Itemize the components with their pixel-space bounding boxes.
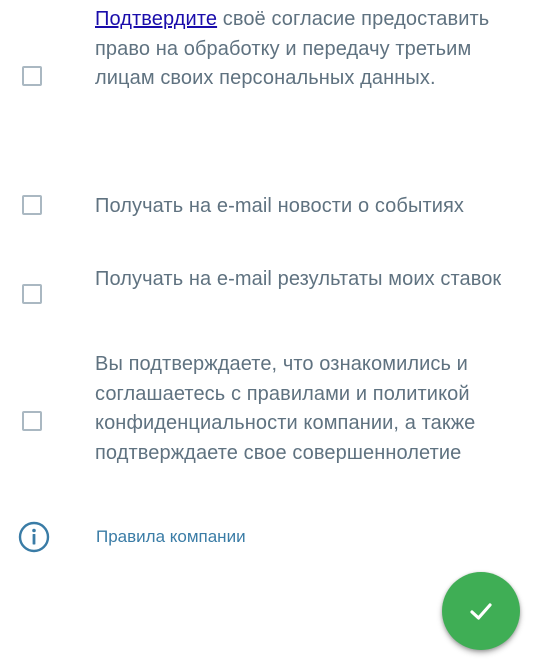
- confirm-fab-button[interactable]: [442, 572, 520, 650]
- consent-form: Подтвердите своё согласие предоставить п…: [0, 0, 541, 667]
- consent-personal-data-label: Подтвердите своё согласие предоставить п…: [95, 5, 525, 94]
- consent-news-checkbox[interactable]: [22, 195, 42, 215]
- company-rules-link[interactable]: Правила компании: [96, 526, 246, 548]
- consent-bet-results-checkbox[interactable]: [22, 284, 42, 304]
- consent-personal-data-checkbox[interactable]: [22, 66, 42, 86]
- confirm-link[interactable]: Подтвердите: [95, 8, 217, 30]
- consent-rules-checkbox[interactable]: [22, 411, 42, 431]
- check-icon: [470, 603, 492, 620]
- consent-bet-results-label: Получать на e-mail результаты моих ставо…: [95, 268, 502, 290]
- consent-news-label: Получать на e-mail новости о событиях: [95, 195, 465, 217]
- consent-rules-label: Вы подтверждаете, что ознакомились и сог…: [95, 353, 476, 464]
- info-icon: [18, 521, 50, 553]
